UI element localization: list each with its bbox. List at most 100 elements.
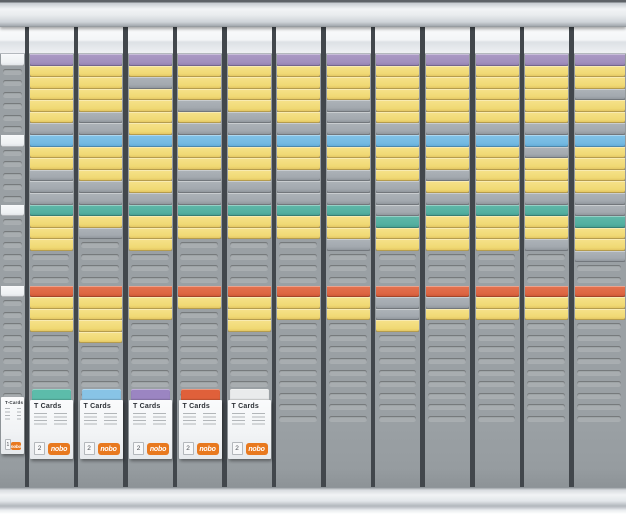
- grey-t-card: [375, 308, 421, 321]
- empty-slot: [226, 331, 272, 344]
- yellow-t-card: [326, 77, 370, 89]
- yellow-t-card: [325, 308, 371, 321]
- orange-t-card: [128, 285, 172, 298]
- yellow-t-card: [376, 239, 420, 251]
- yellow-t-card: [474, 216, 520, 228]
- teal-t-card: [177, 204, 223, 217]
- grey-t-card: [424, 169, 470, 182]
- box-fine-print-lines: [83, 413, 120, 427]
- box-fine-print-lines: [182, 413, 219, 427]
- yellow-t-card: [276, 158, 322, 170]
- empty-slot: [424, 378, 470, 390]
- purple-t-card: [525, 54, 568, 66]
- yellow-t-card: [524, 88, 569, 101]
- yellow-t-card: [78, 216, 123, 228]
- orange-t-card: [326, 285, 370, 298]
- box-hanging-tab: [81, 389, 121, 400]
- yellow-t-card: [574, 169, 625, 182]
- yellow-t-card: [325, 65, 371, 78]
- grey-t-card: [326, 111, 370, 124]
- yellow-t-card: [227, 88, 271, 101]
- purple-t-card: [474, 54, 520, 66]
- yellow-t-card: [524, 216, 569, 228]
- nobo-logo: nobo: [147, 443, 169, 455]
- box-fine-print-lines: [231, 413, 268, 427]
- empty-slot: [325, 389, 371, 402]
- yellow-t-card: [376, 111, 420, 124]
- yellow-t-card: [28, 77, 74, 89]
- purple-t-card: [226, 54, 272, 66]
- t-card-column-6: [276, 27, 322, 487]
- empty-slot: [177, 320, 223, 332]
- yellow-t-card: [574, 100, 625, 112]
- yellow-t-card: [525, 181, 568, 193]
- empty-slot: [127, 355, 173, 367]
- t-card-column-8: [375, 27, 421, 487]
- column-header-card: [0, 27, 25, 54]
- empty-slot: [28, 262, 74, 274]
- empty-slot: [424, 250, 470, 263]
- yellow-t-card: [573, 181, 626, 193]
- bottom-frame-rail: [0, 487, 626, 514]
- yellow-t-card: [128, 158, 172, 170]
- grey-t-card: [375, 123, 421, 136]
- yellow-t-card: [128, 227, 172, 240]
- grey-t-card: [227, 111, 271, 124]
- orange-t-card: [78, 285, 123, 298]
- yellow-t-card: [425, 111, 469, 124]
- box-front: T Cards 2 nobo: [178, 400, 222, 459]
- yellow-t-card: [227, 216, 271, 228]
- yellow-t-card: [127, 100, 173, 112]
- grey-t-card: [277, 123, 321, 136]
- column-smooth-base: [375, 424, 421, 487]
- yellow-t-card: [78, 158, 123, 170]
- yellow-t-card: [127, 227, 173, 240]
- yellow-t-card: [326, 227, 370, 240]
- grey-t-card: [525, 123, 568, 136]
- empty-slot: [474, 412, 520, 425]
- yellow-t-card: [226, 308, 272, 321]
- column-smooth-base: [573, 424, 626, 487]
- empty-slot: [127, 320, 173, 332]
- yellow-t-card: [524, 65, 569, 78]
- blue-t-card: [177, 135, 223, 147]
- grey-t-card: [425, 192, 469, 205]
- box-title: T Cards: [182, 403, 210, 410]
- grey-t-card: [474, 192, 520, 205]
- box-fine-print-lines: [34, 413, 70, 427]
- blue-t-card: [375, 135, 421, 147]
- grey-t-card: [79, 227, 122, 240]
- empty-slot: [0, 366, 25, 379]
- yellow-t-card: [424, 181, 470, 193]
- empty-slot: [0, 123, 25, 136]
- yellow-t-card: [573, 239, 626, 251]
- yellow-t-card: [78, 331, 123, 344]
- empty-slot: [474, 366, 520, 379]
- fine-print-column: [34, 413, 47, 427]
- grey-t-card: [277, 181, 321, 193]
- empty-slot: [474, 355, 520, 367]
- yellow-t-card: [227, 77, 271, 89]
- yellow-t-card: [177, 88, 223, 101]
- grey-t-card: [376, 308, 420, 321]
- empty-slot: [276, 389, 322, 402]
- grey-t-card: [277, 169, 321, 182]
- grey-t-card: [227, 192, 271, 205]
- grey-t-card: [79, 123, 122, 136]
- white-index-card: [1, 54, 24, 66]
- empty-slot: [0, 273, 25, 286]
- empty-slot: [0, 343, 25, 356]
- yellow-t-card: [178, 77, 222, 89]
- grey-t-card: [574, 88, 625, 101]
- empty-slot: [424, 273, 470, 286]
- column-header-card: [424, 27, 470, 54]
- empty-slot: [0, 77, 25, 89]
- yellow-t-card: [277, 77, 321, 89]
- grey-t-card: [325, 181, 371, 193]
- empty-slot: [276, 366, 322, 379]
- teal-t-card: [425, 204, 469, 217]
- empty-slot: [474, 343, 520, 356]
- empty-slot: [127, 343, 173, 356]
- purple-t-card: [424, 54, 470, 66]
- yellow-t-card: [178, 297, 222, 309]
